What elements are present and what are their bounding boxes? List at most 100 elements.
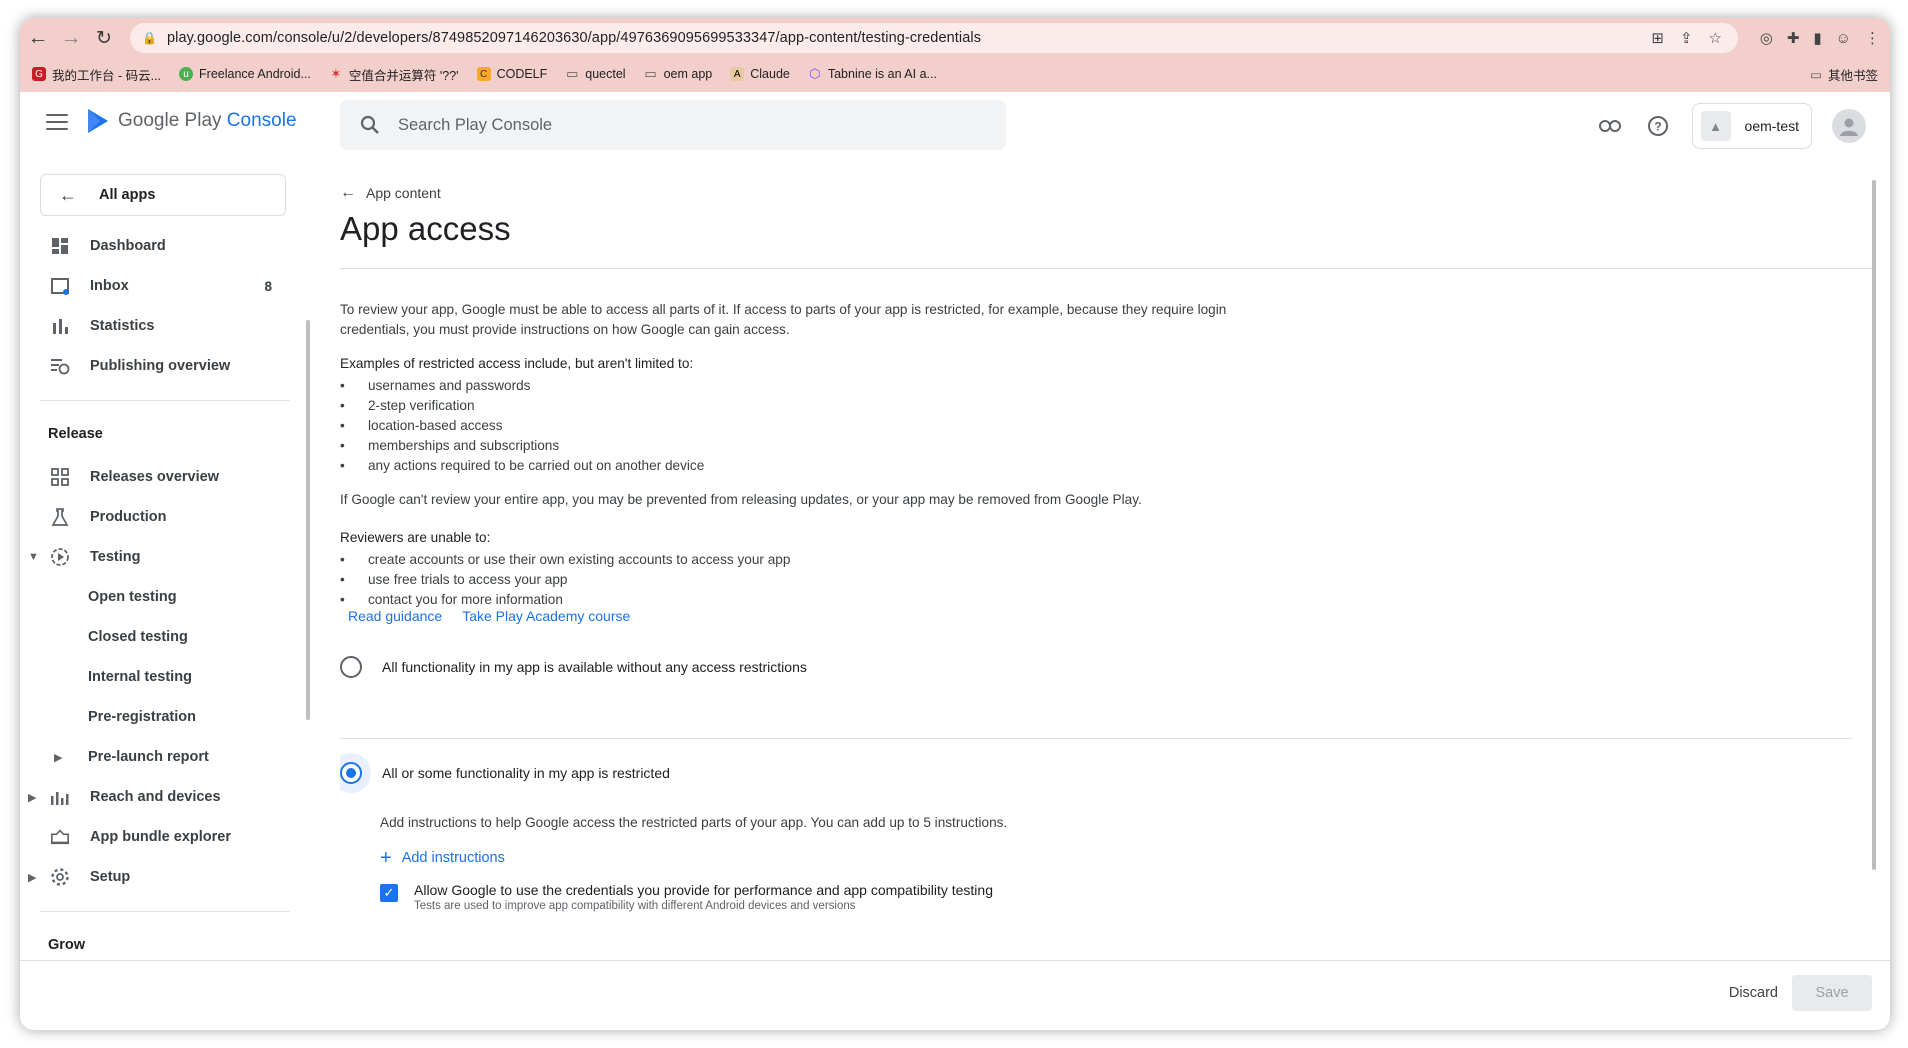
sidebar-item-pre-registration[interactable]: Pre-registration: [20, 697, 290, 737]
caret-right-icon[interactable]: ▶: [28, 791, 36, 804]
bookmark-item[interactable]: u Freelance Android...: [179, 67, 311, 81]
bookmark-folder[interactable]: ▭ oem app: [644, 66, 712, 81]
caret-right-icon[interactable]: ▶: [54, 751, 62, 764]
bookmark-favicon: ⬡: [809, 66, 821, 81]
title-divider: [340, 268, 1872, 269]
main-scrollbar[interactable]: [1872, 180, 1876, 870]
lock-icon: 🔒: [142, 31, 157, 45]
page-description: To review your app, Google must be able …: [340, 300, 1240, 624]
developer-account-chip[interactable]: ▲ oem-test: [1691, 103, 1812, 149]
radio-restricted[interactable]: [340, 762, 362, 784]
developer-name: oem-test: [1744, 118, 1799, 134]
sidebar-item-dashboard[interactable]: Dashboard: [20, 226, 290, 266]
sidebar-item-closed-testing[interactable]: Closed testing: [20, 617, 290, 657]
sidebar-divider: [40, 911, 290, 912]
sidebar-item-label: Statistics: [90, 318, 155, 334]
bookmark-folder[interactable]: ▭ quectel: [565, 66, 625, 81]
sidebar-item-label: Setup: [90, 869, 131, 885]
section-release: Release: [48, 426, 103, 442]
option-restricted[interactable]: All or some functionality in my app is r…: [340, 762, 670, 784]
bookmark-label: 我的工作台 - 码云...: [52, 68, 162, 83]
sidebar-item-reach-and-devices[interactable]: ▶ Reach and devices: [20, 777, 290, 817]
back-link-label: App content: [366, 185, 441, 201]
main-content: ← App content App access To review your …: [340, 160, 1880, 960]
bookmark-item[interactable]: G 我的工作台 - 码云...: [32, 65, 161, 84]
list-item: create accounts or use their own existin…: [340, 550, 1240, 570]
sidebar-item-internal-testing[interactable]: Internal testing: [20, 657, 290, 697]
bookmark-label: Freelance Android...: [199, 67, 311, 81]
caret-down-icon[interactable]: ▼: [28, 551, 39, 563]
share-icon[interactable]: ⇪: [1680, 29, 1693, 47]
caret-right-icon[interactable]: ▶: [28, 871, 36, 884]
translate-icon[interactable]: ⊞: [1651, 29, 1664, 47]
back-arrow-icon[interactable]: ←: [23, 23, 53, 53]
sidebar-item-inbox[interactable]: Inbox 8: [20, 266, 290, 306]
sidebar-item-production[interactable]: Production: [20, 497, 290, 537]
read-guidance-link[interactable]: Read guidance: [348, 608, 442, 624]
releases-overview-icon: [50, 467, 70, 487]
option-unrestricted-label: All functionality in my app is available…: [382, 659, 807, 675]
omnibox-actions: ⊞ ⇪ ☆: [1651, 23, 1722, 53]
allow-credentials-checkbox[interactable]: ✓: [380, 884, 398, 902]
sidebar-item-label: Dashboard: [90, 238, 166, 254]
gear-icon: [50, 867, 70, 887]
menu-icon[interactable]: [46, 114, 68, 130]
address-bar[interactable]: 🔒 play.google.com/console/u/2/developers…: [130, 23, 1738, 53]
extensions-area: ◎ ✚ ▮ ☺ ⋮: [1760, 23, 1880, 53]
reload-icon[interactable]: ↻: [89, 23, 119, 53]
sidebar-item-app-bundle-explorer[interactable]: App bundle explorer: [20, 817, 290, 857]
search-placeholder: Search Play Console: [398, 115, 553, 134]
list-item: use free trials to access your app: [340, 570, 1240, 590]
bookmark-item[interactable]: ✶ 空值合并运算符 '??': [329, 65, 458, 84]
sidebar-item-setup[interactable]: ▶ Setup: [20, 857, 290, 897]
all-apps-button[interactable]: ← All apps: [40, 174, 286, 216]
allow-credentials-checkbox-row[interactable]: ✓ Allow Google to use the credentials yo…: [380, 882, 993, 912]
profile-icon[interactable]: ☺: [1836, 30, 1851, 47]
add-instructions-button[interactable]: + Add instructions: [380, 848, 505, 868]
warning-text: If Google can't review your entire app, …: [340, 492, 1142, 507]
list-item: memberships and subscriptions: [340, 436, 1240, 456]
discard-button[interactable]: Discard: [1729, 985, 1778, 1001]
bookmark-item[interactable]: A Claude: [730, 67, 790, 81]
examples-heading: Examples of restricted access include, b…: [340, 356, 694, 371]
folder-icon: ▭: [566, 66, 579, 81]
bookmark-label: Tabnine is an AI a...: [827, 67, 937, 81]
back-link[interactable]: ← App content: [340, 184, 441, 202]
intro-text: To review your app, Google must be able …: [340, 302, 1227, 337]
sidebar-item-pre-launch-report[interactable]: ▶ Pre-launch report: [20, 737, 290, 777]
sidepanel-icon[interactable]: ▮: [1813, 29, 1821, 47]
option-restricted-label: All or some functionality in my app is r…: [382, 765, 670, 781]
search-box[interactable]: Search Play Console: [340, 100, 1006, 150]
avatar[interactable]: [1832, 109, 1866, 143]
sidebar-item-label: Pre-launch report: [88, 749, 209, 765]
link-icon[interactable]: [1596, 112, 1624, 140]
sidebar-item-open-testing[interactable]: Open testing: [20, 577, 290, 617]
save-button[interactable]: Save: [1792, 975, 1872, 1011]
bookmark-item[interactable]: ⬡ Tabnine is an AI a...: [808, 66, 937, 81]
sidebar-item-testing[interactable]: ▼ Testing: [20, 537, 290, 577]
radio-unrestricted[interactable]: [340, 656, 362, 678]
sidebar-item-publishing-overview[interactable]: Publishing overview: [20, 346, 290, 386]
sidebar-item-releases-overview[interactable]: Releases overview: [20, 457, 290, 497]
sidebar-item-label: Open testing: [88, 589, 177, 605]
more-vert-icon[interactable]: ⋮: [1865, 29, 1880, 47]
forward-arrow-icon[interactable]: →: [56, 23, 86, 53]
bookmark-label: Claude: [750, 67, 790, 81]
browser-toolbar: ← → ↻ 🔒 play.google.com/console/u/2/deve…: [20, 18, 1890, 58]
bookmark-item[interactable]: C CODELF: [476, 67, 547, 81]
statistics-icon: [50, 316, 70, 336]
star-icon[interactable]: ☆: [1709, 29, 1722, 47]
bookmark-favicon: C: [476, 67, 491, 81]
puzzle-icon[interactable]: ✚: [1787, 29, 1800, 47]
sidebar-item-statistics[interactable]: Statistics: [20, 306, 290, 346]
help-icon[interactable]: ?: [1644, 112, 1672, 140]
option-unrestricted[interactable]: All functionality in my app is available…: [340, 656, 807, 678]
other-bookmarks[interactable]: ▭ 其他书签: [1810, 59, 1878, 89]
sidebar-scrollbar[interactable]: [306, 320, 310, 720]
play-academy-link[interactable]: Take Play Academy course: [462, 608, 630, 624]
play-console-logo[interactable]: Google Play Console: [86, 108, 297, 134]
sidebar-divider: [40, 400, 290, 401]
extension-icon[interactable]: ◎: [1760, 29, 1773, 47]
instructions-text: Add instructions to help Google access t…: [380, 815, 1008, 830]
list-item: 2-step verification: [340, 396, 1240, 416]
